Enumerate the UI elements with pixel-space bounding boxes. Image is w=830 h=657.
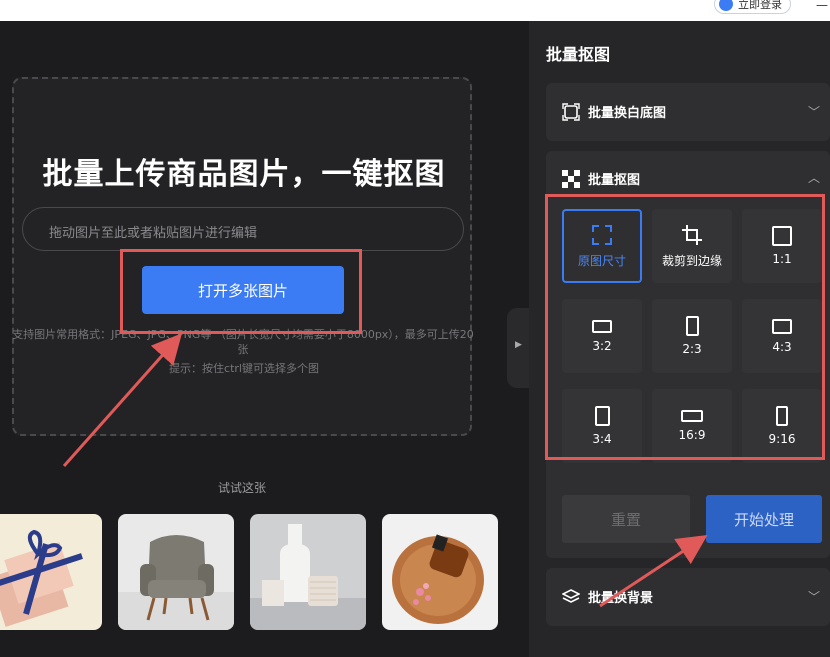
top-bar: 立即登录 — — [0, 0, 830, 21]
chevron-down-icon: ﹀ — [807, 105, 820, 119]
start-processing-button[interactable]: 开始处理 — [706, 495, 822, 543]
login-label: 立即登录 — [738, 0, 782, 11]
highlight-size-grid — [545, 194, 825, 460]
paste-input[interactable]: 拖动图片至此或者粘贴图片进行编辑 — [22, 207, 464, 251]
upload-headline: 批量上传商品图片，一键抠图 — [42, 157, 446, 192]
chevron-down-icon: ﹀ — [807, 590, 820, 604]
sample-thumb-gift-box[interactable] — [0, 514, 102, 630]
sample-thumb-armchair[interactable] — [118, 514, 234, 630]
section-white-bg[interactable]: 批量换白底图 ﹀ — [546, 83, 830, 141]
white-bg-icon — [562, 102, 580, 121]
checker-icon — [562, 169, 580, 188]
panel-title: 批量抠图 — [546, 45, 611, 64]
minimize-button[interactable]: — — [816, 0, 828, 11]
sample-thumb-bottle-jar[interactable] — [250, 514, 366, 630]
samples-label: 试试这张 — [217, 481, 266, 495]
chevron-right-icon: ▶ — [515, 340, 522, 350]
upload-area: 批量上传商品图片，一键抠图 拖动图片至此或者粘贴图片进行编辑 打开多张图片 支持… — [0, 21, 507, 657]
panel-collapse-tab[interactable]: ▶ — [507, 308, 529, 388]
reset-button[interactable]: 重置 — [562, 495, 690, 543]
login-button[interactable]: 立即登录 — [714, 0, 791, 14]
section-change-bg-label: 批量换背景 — [588, 591, 654, 606]
section-change-bg[interactable]: 批量换背景 ﹀ — [546, 568, 830, 626]
highlight-open-button — [120, 249, 362, 334]
paste-placeholder: 拖动图片至此或者粘贴图片进行编辑 — [49, 226, 258, 241]
ctrl-tip: 提示：按住ctrl键可选择多个图 — [169, 362, 319, 375]
section-white-bg-label: 批量换白底图 — [588, 106, 667, 121]
section-cutout-label: 批量抠图 — [588, 173, 641, 188]
layers-icon — [562, 588, 580, 603]
sample-thumb-cosmetic-tray[interactable] — [382, 514, 498, 630]
avatar-icon — [719, 0, 733, 11]
chevron-up-icon[interactable]: ︿ — [808, 169, 820, 186]
